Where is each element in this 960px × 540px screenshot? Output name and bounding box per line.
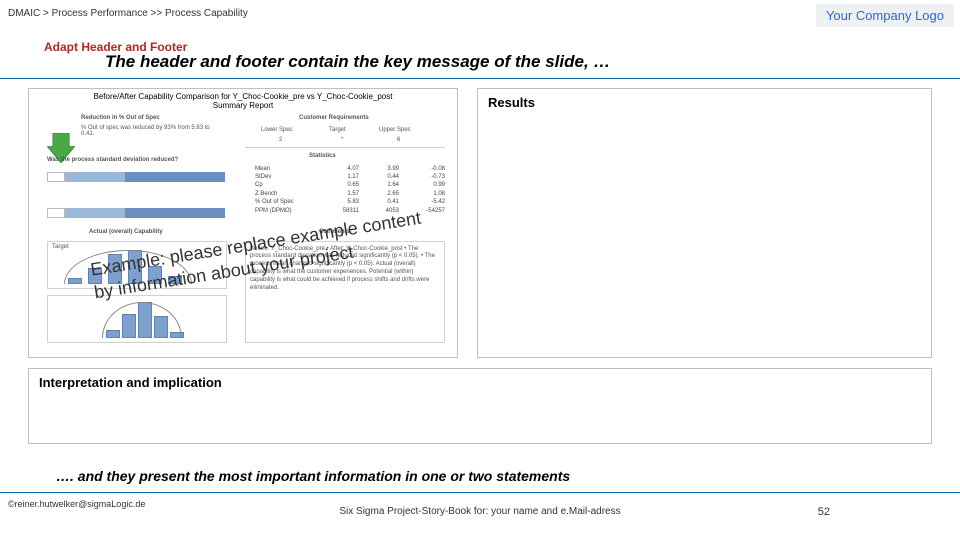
arrow-detail: % Out of spec was reduced by 93% from 5.… [81,125,221,137]
divider [245,147,445,148]
slide-title: The header and footer contain the key me… [105,52,610,72]
statistics-label: Statistics [309,153,336,159]
breadcrumb: DMAIC > Process Performance >> Process C… [8,8,248,19]
stat-row-labels: Mean StDev Cp Z.Bench % Out of Spec PPM … [255,165,294,215]
stat-col-after: 3.99 0.44 1.64 2.65 0.41 4053 [369,165,399,215]
footer-divider [0,492,960,493]
stat-col-before: 4.07 1.17 0.65 1.57 5.83 58311 [329,165,359,215]
interpretation-heading: Interpretation and implication [29,369,931,396]
lower-spec-value: 2 [279,137,282,143]
comments-body: Before: Y_Choc-Cookie_pre • After: Y_Cho… [250,246,440,293]
before-hist-box: Target [47,241,227,289]
customer-req-label: Customer Requirements [299,115,369,121]
chart-report-title: Before/After Capability Comparison for Y… [29,93,457,111]
interpretation-panel: Interpretation and implication [28,368,932,444]
pvalue-bar-2 [47,205,227,215]
header-divider [0,78,960,79]
pvalue-bar-1 [47,169,227,179]
stat-col-change: -0.08 -0.73 0.99 1.08 -5.42 -54257 [409,165,445,215]
stdev-question: Was the process standard deviation reduc… [47,157,178,163]
arrow-caption: Reduction in % Out of Spec [81,115,160,121]
capability-chart-panel: Before/After Capability Comparison for Y… [28,88,458,358]
target-value: * [341,137,343,143]
page-number: 52 [818,506,830,518]
results-panel: Results [477,88,932,358]
after-hist-box [47,295,227,343]
slide-subtitle: …. and they present the most important i… [56,468,570,484]
comments-label: Comments [319,229,350,235]
results-heading: Results [478,89,931,116]
upper-spec-label: Upper Spec [379,127,411,133]
upper-spec-value: 6 [397,137,400,143]
lower-spec-label: Lower Spec [261,127,293,133]
actual-cap-label: Actual (overall) Capability [89,229,163,235]
target-label: Target [329,127,346,133]
footer-center-text: Six Sigma Project-Story-Book for: your n… [0,506,960,517]
company-logo-placeholder: Your Company Logo [816,4,954,27]
comments-box: Before: Y_Choc-Cookie_pre • After: Y_Cho… [245,241,445,343]
